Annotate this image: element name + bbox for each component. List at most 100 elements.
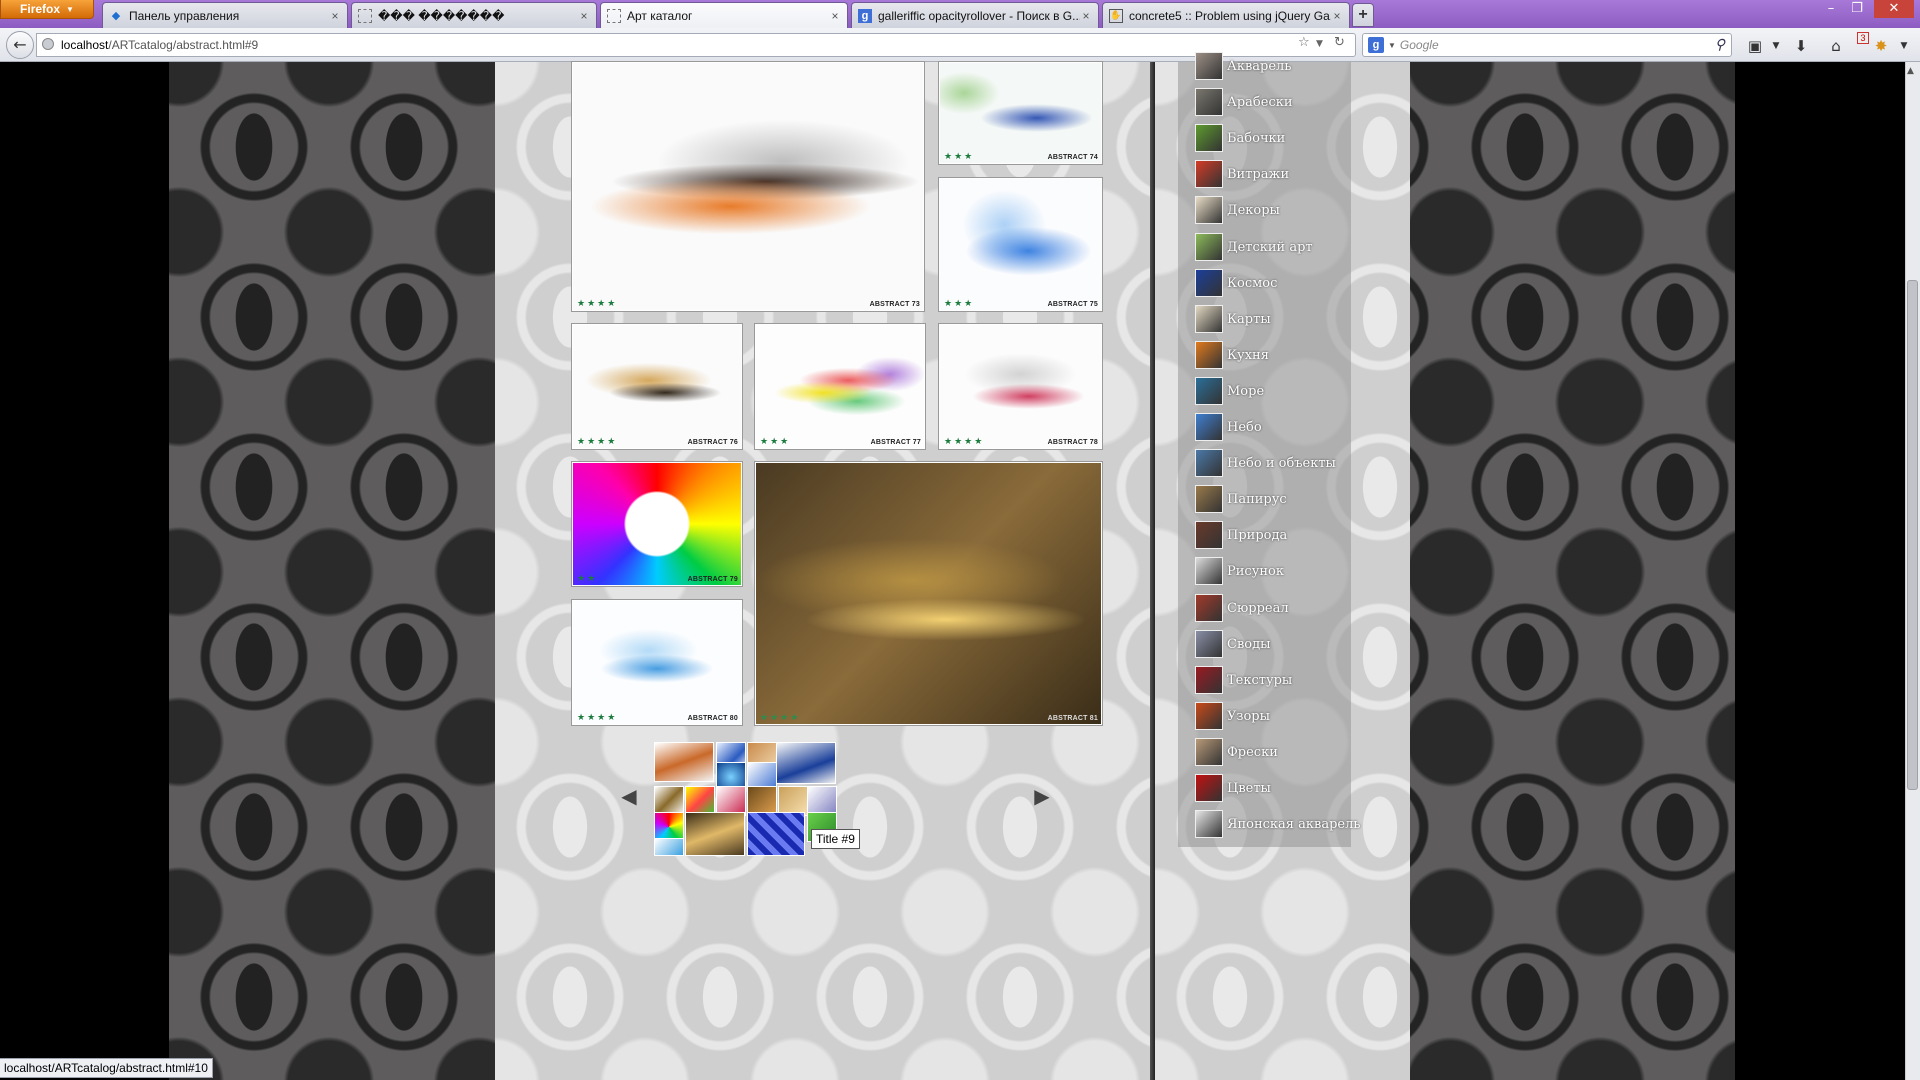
close-icon[interactable]: ×	[1331, 9, 1343, 23]
category-item[interactable]: Космос	[1195, 268, 1277, 298]
category-item[interactable]: Сюрреал	[1195, 593, 1289, 623]
gallery-thumb-abstract-74[interactable]: ★★★ ABSTRACT 74	[939, 62, 1102, 164]
chevron-down-icon[interactable]: ▼	[1765, 35, 1787, 57]
close-icon[interactable]: ×	[578, 9, 590, 23]
search-input[interactable]: Google	[1400, 38, 1439, 52]
category-thumbnail-icon	[1195, 305, 1223, 333]
category-item[interactable]: Узоры	[1195, 701, 1270, 731]
category-label: Природа	[1227, 527, 1288, 543]
category-label: Сюрреал	[1227, 600, 1289, 616]
new-tab-button[interactable]: +	[1352, 3, 1374, 27]
close-icon[interactable]: ×	[329, 9, 341, 23]
google-icon: g	[858, 8, 872, 23]
tab-art-catalog[interactable]: Арт каталог ×	[600, 2, 848, 28]
category-label: Кухня	[1227, 347, 1269, 363]
rating-stars: ★★	[577, 574, 598, 584]
filmstrip-thumb[interactable]	[654, 838, 684, 856]
category-label: Текстуры	[1227, 672, 1293, 688]
category-item[interactable]: Карты	[1195, 304, 1271, 334]
category-item[interactable]: Небо и объекты	[1195, 448, 1336, 478]
category-item[interactable]: Бабочки	[1195, 123, 1285, 153]
category-item[interactable]: Своды	[1195, 629, 1270, 659]
gallery-thumb-abstract-73[interactable]: ★★★★ ABSTRACT 73	[572, 62, 924, 311]
tab-concrete5[interactable]: ✋ concrete5 :: Problem using jQuery Ga..…	[1102, 2, 1350, 28]
category-item[interactable]: Текстуры	[1195, 665, 1292, 695]
close-window-icon[interactable]: ✕	[1874, 0, 1914, 18]
google-engine-icon[interactable]: g	[1368, 37, 1384, 53]
gallery-thumb-abstract-80[interactable]: ★★★★ ABSTRACT 80	[572, 600, 742, 725]
gallery-thumb-abstract-77[interactable]: ★★★ ABSTRACT 77	[755, 324, 925, 449]
gallery-thumb-abstract-78[interactable]: ★★★★ ABSTRACT 78	[939, 324, 1102, 449]
category-item[interactable]: Фрески	[1195, 737, 1278, 767]
gallery-thumb-abstract-76[interactable]: ★★★★ ABSTRACT 76	[572, 324, 742, 449]
chevron-down-icon: ▼	[66, 4, 74, 14]
category-item[interactable]: Небо	[1195, 412, 1262, 442]
category-label: Рисунок	[1227, 563, 1284, 579]
search-icon[interactable]: ⚲	[1715, 36, 1725, 53]
tab-google-search[interactable]: g galleriffic opacityrollover - Поиск в …	[851, 2, 1099, 28]
thumb-caption: ABSTRACT 73	[869, 301, 920, 308]
search-bar[interactable]: g ▼ Google ⚲	[1362, 33, 1732, 57]
reload-icon[interactable]: ↻	[1334, 35, 1345, 50]
firebug-icon[interactable]: ✸	[1870, 35, 1892, 57]
blue-diamond-icon: ◆	[111, 10, 121, 22]
search-engine-dropdown-icon[interactable]: ▼	[1388, 41, 1396, 50]
gallery-thumb-abstract-81[interactable]: ★★★★ ABSTRACT 81	[755, 462, 1102, 725]
category-item[interactable]: Арабески	[1195, 87, 1293, 117]
tab-control-panel[interactable]: ◆ Панель управления ×	[102, 2, 348, 28]
category-item[interactable]: Детский арт	[1195, 232, 1313, 262]
category-label: Космос	[1227, 275, 1278, 291]
gallery-thumb-abstract-75[interactable]: ★★★ ABSTRACT 75	[939, 178, 1102, 311]
category-label: Детский арт	[1227, 239, 1313, 255]
category-thumbnail-icon	[1195, 88, 1223, 116]
filmstrip-thumb[interactable]	[776, 742, 836, 784]
rating-stars: ★★★	[944, 299, 975, 309]
rating-stars: ★★★★	[577, 437, 618, 447]
category-item[interactable]: Рисунок	[1195, 556, 1284, 586]
filmstrip-thumb[interactable]	[654, 742, 714, 782]
firefox-menu-button[interactable]: Firefox ▼	[0, 0, 94, 19]
category-item[interactable]: Кухня	[1195, 340, 1269, 370]
thumb-caption: ABSTRACT 75	[1047, 301, 1098, 308]
filmstrip-prev-arrow[interactable]: ◀	[617, 784, 641, 808]
minimize-icon[interactable]: –	[1820, 0, 1842, 18]
category-item[interactable]: Природа	[1195, 520, 1287, 550]
category-item[interactable]: Японская акварель	[1195, 809, 1360, 839]
bookmark-star-icon[interactable]: ☆	[1298, 35, 1310, 50]
category-item[interactable]: Папирус	[1195, 484, 1287, 514]
category-thumbnail-icon	[1195, 233, 1223, 261]
category-thumbnail-icon	[1195, 341, 1223, 369]
home-icon[interactable]: ⌂	[1825, 35, 1847, 57]
category-item[interactable]: Акварель	[1195, 51, 1291, 81]
category-item[interactable]: Витражи	[1195, 159, 1289, 189]
scrollbar-thumb[interactable]	[1907, 280, 1918, 790]
filmstrip-thumb-active[interactable]	[747, 812, 805, 856]
category-label: Небо	[1227, 419, 1262, 435]
thumb-caption: ABSTRACT 78	[1047, 439, 1098, 446]
tab-title: ��� �������	[378, 8, 505, 23]
downloads-icon[interactable]: ⬇	[1790, 35, 1812, 57]
site-identity-icon[interactable]	[42, 38, 54, 50]
category-label: Цветы	[1227, 780, 1271, 796]
tab-garbled[interactable]: ��� ������� ×	[351, 2, 597, 28]
tab-title: Арт каталог	[627, 8, 693, 23]
rating-stars: ★★★★	[577, 299, 618, 309]
history-dropdown-icon[interactable]: ▼	[1316, 39, 1323, 49]
gallery-thumb-abstract-79[interactable]: ★★ ABSTRACT 79	[572, 462, 742, 586]
close-icon[interactable]: ×	[829, 9, 841, 23]
filmstrip-thumb[interactable]	[685, 812, 745, 856]
back-button[interactable]: ←	[6, 31, 34, 59]
scroll-up-icon[interactable]: ▲	[1907, 66, 1914, 76]
close-icon[interactable]: ×	[1080, 9, 1092, 23]
category-item[interactable]: Цветы	[1195, 773, 1271, 803]
category-item[interactable]: Декоры	[1195, 195, 1280, 225]
category-thumbnail-icon	[1195, 52, 1223, 80]
filmstrip-next-arrow[interactable]: ▶	[1030, 784, 1054, 808]
screenshot-tool-icon[interactable]: ▣	[1744, 35, 1766, 57]
restore-icon[interactable]: ❐	[1846, 0, 1868, 18]
addon-badge[interactable]: 3	[1857, 32, 1869, 44]
category-thumbnail-icon	[1195, 702, 1223, 730]
chevron-down-icon[interactable]: ▼	[1893, 35, 1915, 57]
address-bar[interactable]: localhost/ARTcatalog/abstract.html#9	[36, 33, 1356, 57]
category-item[interactable]: Море	[1195, 376, 1264, 406]
